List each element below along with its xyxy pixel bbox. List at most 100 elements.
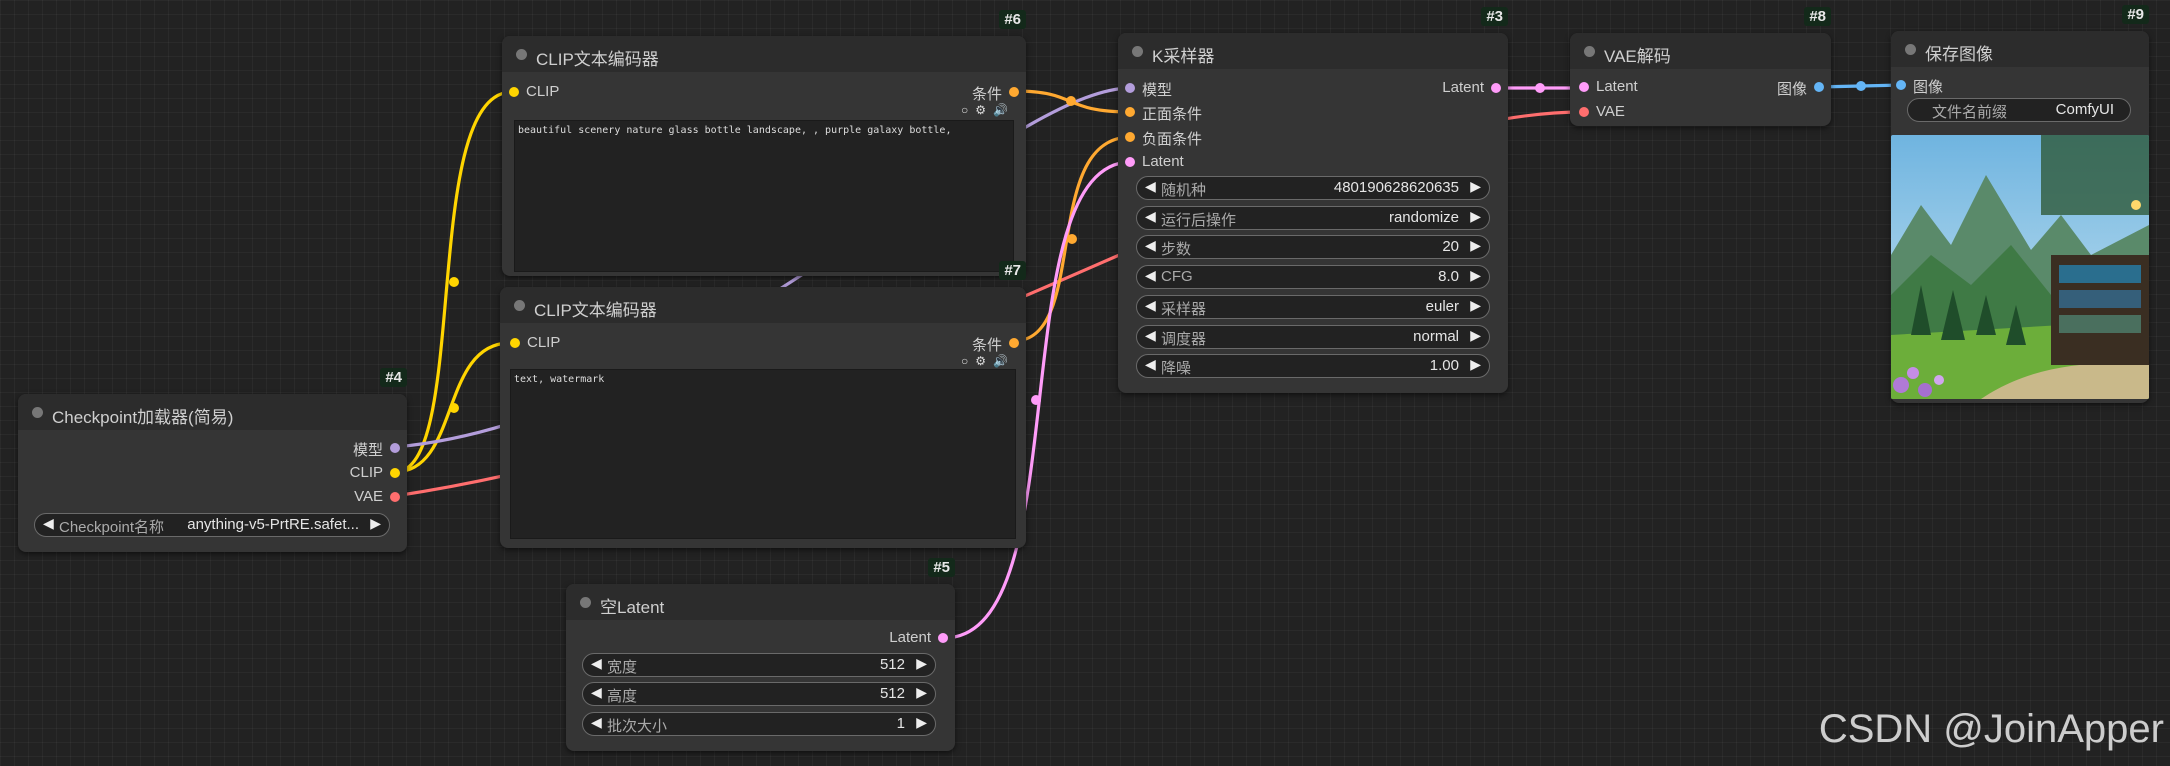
arrow-right-icon[interactable]: ▶ <box>1470 267 1481 284</box>
input-clip-slot[interactable]: CLIP <box>510 334 560 351</box>
slot-dot-icon[interactable] <box>510 338 520 348</box>
slot-dot-icon[interactable] <box>1579 82 1589 92</box>
slot-dot-icon[interactable] <box>1579 107 1589 117</box>
height-widget[interactable]: ◀ 高度 512 ▶ <box>582 682 936 706</box>
reroute-dot[interactable] <box>1031 395 1041 405</box>
arrow-right-icon[interactable]: ▶ <box>1470 356 1481 373</box>
reroute-dot[interactable] <box>449 277 459 287</box>
slot-dot-icon[interactable] <box>1125 107 1135 117</box>
sampler-name-widget[interactable]: ◀ 采样器 euler ▶ <box>1136 295 1490 319</box>
arrow-left-icon[interactable]: ◀ <box>1145 356 1156 373</box>
output-latent-slot[interactable]: Latent <box>889 629 948 646</box>
output-image-preview[interactable] <box>1891 135 2149 399</box>
reroute-dot[interactable] <box>1067 234 1077 244</box>
output-conditioning-slot[interactable]: 条件 <box>972 83 1019 104</box>
arrow-left-icon[interactable]: ◀ <box>591 655 602 672</box>
input-model-slot[interactable]: 模型 <box>1125 79 1172 100</box>
arrow-right-icon[interactable]: ▶ <box>1470 327 1481 344</box>
reroute-dot[interactable] <box>1535 83 1545 93</box>
ksampler-node[interactable]: K采样器 #3 模型 正面条件 负面条件 Latent Latent ◀ 随机种… <box>1118 7 1508 393</box>
collapse-dot-icon[interactable] <box>1584 46 1595 57</box>
slot-dot-icon[interactable] <box>1009 338 1019 348</box>
arrow-left-icon[interactable]: ◀ <box>591 714 602 731</box>
output-clip-slot[interactable]: CLIP <box>350 464 400 481</box>
arrow-right-icon[interactable]: ▶ <box>1470 208 1481 225</box>
output-model-slot[interactable]: 模型 <box>353 439 400 460</box>
clip-text-encode-negative-node[interactable]: CLIP文本编码器 #7 CLIP 条件 ○ ⚙ 🔊 text, watermark <box>500 261 1026 548</box>
gear-icon[interactable]: ⚙ <box>975 103 986 117</box>
steps-widget[interactable]: ◀ 步数 20 ▶ <box>1136 235 1490 259</box>
batch-size-widget[interactable]: ◀ 批次大小 1 ▶ <box>582 712 936 736</box>
save-image-node[interactable]: 保存图像 #9 图像 文件名前缀 ComfyUI <box>1891 5 2149 403</box>
slot-dot-icon[interactable] <box>509 87 519 97</box>
input-latent-slot[interactable]: Latent <box>1125 153 1184 170</box>
circle-icon[interactable]: ○ <box>961 103 968 117</box>
arrow-right-icon[interactable]: ▶ <box>370 515 381 532</box>
seed-widget[interactable]: ◀ 随机种 480190628620635 ▶ <box>1136 176 1490 200</box>
arrow-left-icon[interactable]: ◀ <box>1145 178 1156 195</box>
vae-decode-node[interactable]: VAE解码 #8 Latent VAE 图像 <box>1570 7 1831 126</box>
arrow-right-icon[interactable]: ▶ <box>916 655 927 672</box>
reroute-dot[interactable] <box>449 403 459 413</box>
speaker-icon[interactable]: 🔊 <box>993 103 1008 117</box>
input-image-slot[interactable]: 图像 <box>1896 76 1943 97</box>
arrow-right-icon[interactable]: ▶ <box>1470 178 1481 195</box>
node-header[interactable]: K采样器 <box>1118 33 1508 69</box>
slot-dot-icon[interactable] <box>1125 132 1135 142</box>
control-after-generate-widget[interactable]: ◀ 运行后操作 randomize ▶ <box>1136 206 1490 230</box>
reroute-dot[interactable] <box>1066 96 1076 106</box>
collapse-dot-icon[interactable] <box>1132 46 1143 57</box>
filename-prefix-widget[interactable]: 文件名前缀 ComfyUI <box>1907 98 2131 122</box>
output-latent-slot[interactable]: Latent <box>1442 79 1501 96</box>
collapse-dot-icon[interactable] <box>1905 44 1916 55</box>
cfg-widget[interactable]: ◀ CFG 8.0 ▶ <box>1136 265 1490 289</box>
input-clip-slot[interactable]: CLIP <box>509 83 559 100</box>
empty-latent-node[interactable]: 空Latent #5 Latent ◀ 宽度 512 ▶ ◀ 高度 512 ▶ … <box>566 558 955 751</box>
node-header[interactable]: 保存图像 <box>1891 31 2149 67</box>
arrow-left-icon[interactable]: ◀ <box>1145 327 1156 344</box>
arrow-left-icon[interactable]: ◀ <box>1145 267 1156 284</box>
slot-dot-icon[interactable] <box>1009 87 1019 97</box>
node-header[interactable]: VAE解码 <box>1570 33 1831 69</box>
node-header[interactable]: Checkpoint加载器(简易) <box>18 394 407 430</box>
collapse-dot-icon[interactable] <box>580 597 591 608</box>
arrow-right-icon[interactable]: ▶ <box>916 684 927 701</box>
collapse-dot-icon[interactable] <box>516 49 527 60</box>
node-header[interactable]: CLIP文本编码器 <box>502 36 1026 72</box>
input-positive-slot[interactable]: 正面条件 <box>1125 103 1202 124</box>
checkpoint-loader-node[interactable]: Checkpoint加载器(简易) #4 模型 CLIP VAE ◀ Check… <box>18 368 407 552</box>
arrow-left-icon[interactable]: ◀ <box>591 684 602 701</box>
slot-dot-icon[interactable] <box>1125 157 1135 167</box>
prompt-textarea[interactable]: text, watermark <box>510 369 1016 539</box>
slot-dot-icon[interactable] <box>1814 82 1824 92</box>
output-vae-slot[interactable]: VAE <box>354 488 400 505</box>
input-vae-slot[interactable]: VAE <box>1579 103 1625 120</box>
slot-dot-icon[interactable] <box>938 633 948 643</box>
prompt-textarea[interactable]: beautiful scenery nature glass bottle la… <box>514 120 1014 272</box>
node-header[interactable]: CLIP文本编码器 <box>500 287 1026 323</box>
arrow-left-icon[interactable]: ◀ <box>1145 297 1156 314</box>
slot-dot-icon[interactable] <box>1896 80 1906 90</box>
reroute-dot[interactable] <box>1856 81 1866 91</box>
scheduler-widget[interactable]: ◀ 调度器 normal ▶ <box>1136 325 1490 349</box>
gear-icon[interactable]: ⚙ <box>975 354 986 368</box>
arrow-right-icon[interactable]: ▶ <box>916 714 927 731</box>
arrow-left-icon[interactable]: ◀ <box>1145 208 1156 225</box>
arrow-left-icon[interactable]: ◀ <box>1145 237 1156 254</box>
slot-dot-icon[interactable] <box>1491 83 1501 93</box>
slot-dot-icon[interactable] <box>390 443 400 453</box>
checkpoint-name-select[interactable]: ◀ Checkpoint名称 anything-v5-PrtRE.safet..… <box>34 513 390 537</box>
output-image-slot[interactable]: 图像 <box>1777 78 1824 99</box>
collapse-dot-icon[interactable] <box>514 300 525 311</box>
width-widget[interactable]: ◀ 宽度 512 ▶ <box>582 653 936 677</box>
input-negative-slot[interactable]: 负面条件 <box>1125 128 1202 149</box>
arrow-left-icon[interactable]: ◀ <box>43 515 54 532</box>
denoise-widget[interactable]: ◀ 降噪 1.00 ▶ <box>1136 354 1490 378</box>
slot-dot-icon[interactable] <box>1125 83 1135 93</box>
arrow-right-icon[interactable]: ▶ <box>1470 297 1481 314</box>
speaker-icon[interactable]: 🔊 <box>993 354 1008 368</box>
slot-dot-icon[interactable] <box>390 468 400 478</box>
output-conditioning-slot[interactable]: 条件 <box>972 334 1019 355</box>
circle-icon[interactable]: ○ <box>961 354 968 368</box>
input-latent-slot[interactable]: Latent <box>1579 78 1638 95</box>
